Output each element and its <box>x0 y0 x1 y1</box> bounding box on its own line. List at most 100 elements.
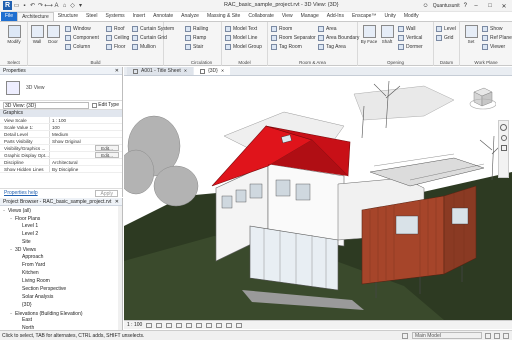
ribbon-tab-manage[interactable]: Manage <box>297 12 323 21</box>
close-icon[interactable]: ✕ <box>115 198 119 206</box>
browser-item[interactable]: From Yard <box>0 262 122 270</box>
dormer-button[interactable]: Dormer <box>398 43 423 50</box>
show-crop-icon[interactable] <box>206 322 213 328</box>
type-selector[interactable]: 3D View <box>0 75 122 101</box>
shaft-button[interactable]: Shaft <box>378 25 396 44</box>
wall-opening-button[interactable]: Wall <box>398 25 416 32</box>
tag-room-button[interactable]: Tag Room <box>271 43 302 50</box>
visual-style-icon[interactable] <box>156 322 163 328</box>
worksets-icon[interactable] <box>402 332 408 339</box>
detail-level-icon[interactable] <box>146 322 153 328</box>
customize-qat-icon[interactable]: ▾ <box>77 2 84 9</box>
column-button[interactable]: Column <box>65 43 90 50</box>
roof-button[interactable]: Roof <box>106 25 125 32</box>
redo-icon[interactable]: ↷ <box>37 2 44 9</box>
ribbon-tab-annotate[interactable]: Annotate <box>149 12 177 21</box>
ramp-button[interactable]: Ramp <box>185 34 206 41</box>
window-button[interactable]: Window <box>65 25 91 32</box>
shadows-icon[interactable] <box>176 322 183 328</box>
selection-underlay-icon[interactable] <box>503 332 509 339</box>
property-value[interactable]: 100 <box>50 124 122 130</box>
view-tab[interactable]: {3D} ✕ <box>194 67 231 75</box>
curtain-grid-button[interactable]: Curtain Grid <box>132 34 167 41</box>
ribbon-tab-structure[interactable]: Structure <box>54 12 82 21</box>
room-separator-button[interactable]: Room Separator <box>271 34 316 41</box>
property-value[interactable]: Show Original <box>50 138 122 144</box>
edit-type-button[interactable]: Edit Type <box>92 102 119 108</box>
browser-item[interactable]: East <box>0 317 122 325</box>
crop-view-icon[interactable] <box>196 322 203 328</box>
viewcube-icon[interactable] <box>466 82 496 112</box>
steering-wheel-icon[interactable] <box>500 124 507 131</box>
reveal-hidden-icon[interactable] <box>236 322 243 328</box>
browser-item[interactable]: Level 2 <box>0 231 122 239</box>
ribbon-tab-massing-site[interactable]: Massing & Site <box>203 12 244 21</box>
ribbon-tab-file[interactable]: File <box>1 12 18 21</box>
floor-button[interactable]: Floor <box>106 43 125 50</box>
properties-help-link[interactable]: Properties help <box>4 190 38 196</box>
close-icon[interactable]: ✕ <box>115 67 119 75</box>
close-icon[interactable]: ✕ <box>184 67 187 75</box>
view-scale[interactable]: 1 : 100 <box>127 322 142 328</box>
3d-viewport[interactable] <box>124 76 512 320</box>
close-icon[interactable]: ✕ <box>499 3 509 10</box>
minimize-icon[interactable]: – <box>471 3 481 9</box>
view-tab[interactable]: A001 - Title Sheet ✕ <box>127 67 194 75</box>
level-button[interactable]: Level <box>436 25 456 32</box>
ribbon-tab-add-ins[interactable]: Add-Ins <box>323 12 348 21</box>
property-value[interactable]: 1 : 100 <box>50 117 122 123</box>
ribbon-tab-steel[interactable]: Steel <box>82 12 101 21</box>
viewer-button[interactable]: Viewer <box>482 43 505 50</box>
tag-area-button[interactable]: Tag Area <box>318 43 346 50</box>
browser-item[interactable]: Living Room <box>0 278 122 286</box>
browser-item[interactable]: Section Perspective <box>0 286 122 294</box>
ribbon-tab-enscape[interactable]: Enscape™ <box>348 12 380 21</box>
browser-item[interactable]: Kitchen <box>0 270 122 278</box>
maximize-icon[interactable]: □ <box>485 3 495 9</box>
temporary-hide-icon[interactable] <box>226 322 233 328</box>
ribbon-tab-collaborate[interactable]: Collaborate <box>244 12 278 21</box>
railing-button[interactable]: Railing <box>185 25 208 32</box>
area-boundary-button[interactable]: Area Boundary <box>318 34 359 41</box>
model-text-button[interactable]: Model Text <box>225 25 257 32</box>
curtain-system-button[interactable]: Curtain System <box>132 25 174 32</box>
undo-icon[interactable]: ↶ <box>29 2 36 9</box>
ribbon-tab-unity[interactable]: Unity <box>380 12 399 21</box>
browser-item[interactable]: Level 1 <box>0 223 122 231</box>
browser-item[interactable]: − Elevations (Building Elevation) <box>0 310 122 318</box>
model-group-button[interactable]: Model Group <box>225 43 262 50</box>
zoom-icon[interactable] <box>500 135 507 141</box>
measure-icon[interactable]: ⟷ <box>44 2 53 9</box>
ribbon-tab-architecture[interactable]: Architecture <box>17 12 54 21</box>
ribbon-tab-systems[interactable]: Systems <box>101 12 128 21</box>
property-value[interactable]: Edit... <box>50 145 122 151</box>
save-icon[interactable]: ▪ <box>21 2 28 9</box>
by-face-button[interactable]: By Face <box>360 25 378 44</box>
ref-plane-button[interactable]: Ref Plane <box>482 34 512 41</box>
set-button[interactable]: Set <box>462 25 480 44</box>
model-line-button[interactable]: Model Line <box>225 34 257 41</box>
property-value[interactable]: By Discipline <box>50 166 122 172</box>
property-edit-button[interactable]: Edit... <box>95 145 119 151</box>
help-icon[interactable]: ? <box>464 3 467 9</box>
property-value[interactable]: Medium <box>50 131 122 137</box>
revit-logo-icon[interactable]: R <box>3 1 12 10</box>
property-edit-button[interactable]: Edit... <box>95 152 119 158</box>
ribbon-tab-insert[interactable]: Insert <box>129 12 150 21</box>
property-value[interactable]: Edit... <box>50 152 122 158</box>
room-button[interactable]: Room <box>271 25 292 32</box>
filter-icon[interactable] <box>485 332 491 339</box>
modify-button[interactable]: Modify <box>5 25 23 44</box>
sun-path-icon[interactable] <box>166 322 173 328</box>
3d-view-icon[interactable]: ⌂ <box>61 2 68 9</box>
grid-button[interactable]: Grid <box>436 34 453 41</box>
category-graphics[interactable]: Graphics <box>0 110 122 117</box>
ribbon-tab-view[interactable]: View <box>278 12 297 21</box>
browser-item[interactable]: −3D Views <box>0 246 122 254</box>
section-icon[interactable]: ◇ <box>69 2 76 9</box>
close-icon[interactable]: ✕ <box>221 67 224 75</box>
browser-item[interactable]: Approach <box>0 254 122 262</box>
vertical-button[interactable]: Vertical <box>398 34 422 41</box>
rendering-icon[interactable] <box>186 322 193 328</box>
open-icon[interactable]: ▭ <box>13 2 20 9</box>
